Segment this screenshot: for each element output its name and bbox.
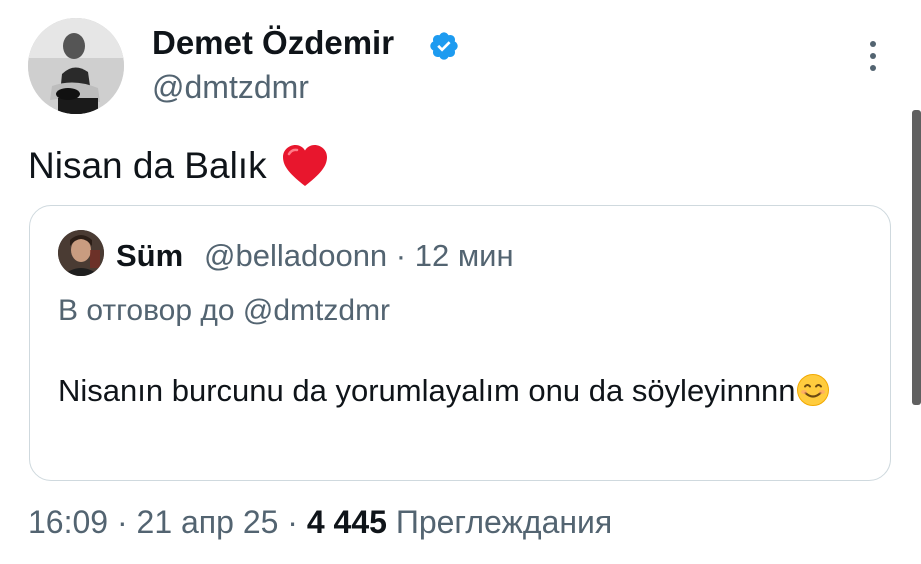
avatar-photo <box>58 230 104 276</box>
author-avatar[interactable] <box>28 18 124 114</box>
footer-separator: · <box>116 504 128 540</box>
quoted-handle[interactable]: @belladoonn <box>204 238 387 273</box>
tweet-text-content: Nisan da Balık <box>28 145 267 186</box>
quoted-author-name[interactable]: Süm <box>116 238 183 274</box>
quoted-text: Nisanın burcunu da yorumlayalım onu da s… <box>58 364 838 418</box>
quoted-avatar[interactable] <box>58 230 104 276</box>
tweet-text: Nisan da Balık <box>28 144 329 188</box>
tweet-footer: 16:09 · 21 апр 25 · 4 445 Преглеждания <box>28 504 612 541</box>
reply-prefix: В отговор до <box>58 294 235 327</box>
quoted-time[interactable]: 12 мин <box>415 238 514 273</box>
quoted-text-content: Nisanın burcunu da yorumlayalım onu da s… <box>58 373 796 408</box>
reply-to-handle[interactable]: @dmtzdmr <box>243 294 390 327</box>
views-count: 4 445 <box>306 504 387 540</box>
more-options-icon[interactable] <box>860 38 886 74</box>
tweet-date[interactable]: 21 апр 25 <box>137 504 279 540</box>
quoted-meta: @belladoonn · 12 мин <box>204 238 514 274</box>
views-label: Преглеждания <box>395 504 613 540</box>
author-name[interactable]: Demet Özdemir <box>152 24 394 62</box>
red-heart-icon <box>282 145 327 186</box>
verified-badge-icon <box>430 32 458 60</box>
quoted-tweet-card[interactable]: Süm @belladoonn · 12 мин В отговор до @d… <box>29 205 891 481</box>
tweet-time[interactable]: 16:09 <box>28 504 108 540</box>
reply-context: В отговор до @dmtzdmr <box>58 294 390 328</box>
avatar-photo <box>28 18 124 114</box>
author-handle[interactable]: @dmtzdmr <box>152 69 309 106</box>
footer-separator: · <box>287 504 298 540</box>
smiling-face-icon <box>796 374 829 406</box>
meta-separator: · <box>395 238 407 273</box>
scrollbar[interactable] <box>912 110 921 405</box>
